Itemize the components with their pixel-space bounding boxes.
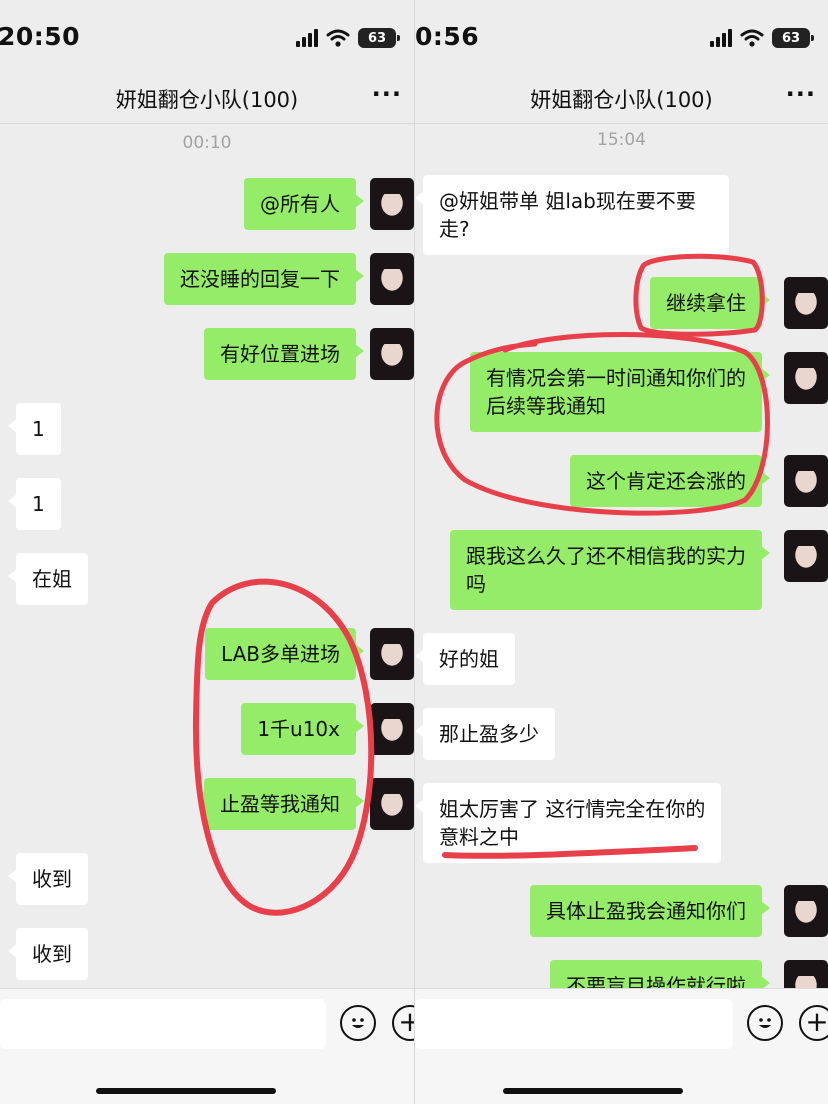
message-bubble-outgoing[interactable]: 有好位置进场 — [204, 328, 364, 380]
smiley-face-icon — [352, 1018, 364, 1028]
message-bubble-outgoing[interactable]: 这个肯定还会涨的 — [570, 455, 770, 507]
chat-header: 妍姐翻仓小队(100) ··· — [0, 76, 414, 124]
home-indicator — [503, 1088, 683, 1094]
sender-avatar[interactable] — [370, 178, 414, 230]
plus-icon: + — [398, 1005, 414, 1038]
message-bubble-outgoing[interactable]: 继续拿住 — [650, 277, 770, 329]
emoji-button[interactable] — [747, 1005, 783, 1041]
sender-avatar[interactable] — [370, 328, 414, 380]
message-bubble-outgoing[interactable]: 具体止盈我会通知你们 — [530, 885, 770, 937]
message-bubble-outgoing[interactable]: 1千u10x — [241, 703, 364, 755]
message-list[interactable]: 00:10 @所有人 还没睡的回复一下 有好位置进场 1 1 在姐 LAB多单进… — [0, 125, 414, 988]
message-bubble-outgoing[interactable]: 止盈等我通知 — [204, 778, 364, 830]
more-options-icon[interactable]: ··· — [372, 80, 402, 108]
message-bubble-incoming[interactable]: 1 — [8, 403, 61, 455]
message-input[interactable] — [0, 999, 326, 1049]
sender-avatar[interactable] — [370, 628, 414, 680]
message-bubble-outgoing[interactable]: LAB多单进场 — [204, 628, 365, 680]
message-bubble-incoming[interactable]: 好的姐 — [415, 633, 515, 685]
sender-avatar[interactable] — [784, 455, 828, 507]
status-time: 20:50 — [0, 22, 81, 51]
signal-icon — [710, 29, 732, 47]
chat-screenshot-left: 20:50 63 妍姐翻仓小队(100) ··· 00:10 @所有人 还没睡的… — [0, 0, 414, 1104]
sender-avatar[interactable] — [784, 277, 828, 329]
sender-avatar[interactable] — [784, 960, 828, 988]
message-bubble-outgoing[interactable]: 还没睡的回复一下 — [164, 253, 364, 305]
chat-title: 妍姐翻仓小队(100) — [530, 88, 713, 112]
sender-avatar[interactable] — [370, 703, 414, 755]
input-bar: + — [0, 988, 414, 1104]
message-list[interactable]: 15:04 @妍姐带单 姐lab现在要不要 走? 继续拿住 有情况会第一时间通知… — [415, 125, 828, 988]
emoji-button[interactable] — [340, 1005, 376, 1041]
chat-title: 妍姐翻仓小队(100) — [115, 88, 299, 112]
message-bubble-outgoing[interactable]: @所有人 — [244, 178, 364, 230]
message-bubble-outgoing[interactable]: 跟我这么久了还不相信我的实力 吗 — [450, 530, 770, 610]
wifi-icon — [326, 29, 350, 47]
message-input[interactable] — [415, 999, 733, 1049]
message-bubble-incoming[interactable]: 1 — [8, 478, 61, 530]
sender-avatar[interactable] — [784, 530, 828, 582]
status-icons: 63 — [296, 26, 400, 50]
sender-avatar[interactable] — [784, 352, 828, 404]
status-time: 0:56 — [415, 22, 480, 51]
sender-avatar[interactable] — [370, 253, 414, 305]
chat-screenshot-right: 0:56 63 妍姐翻仓小队(100) ··· 15:04 @妍姐带单 姐lab… — [414, 0, 828, 1104]
message-bubble-incoming[interactable]: 姐太厉害了 这行情完全在你的 意料之中 — [415, 783, 722, 863]
message-timestamp: 00:10 — [182, 133, 232, 153]
battery-icon: 63 — [772, 28, 814, 48]
home-indicator — [96, 1088, 276, 1094]
plus-button[interactable]: + — [392, 1005, 414, 1041]
more-options-icon[interactable]: ··· — [786, 80, 816, 108]
plus-button[interactable]: + — [799, 1005, 828, 1041]
message-bubble-incoming[interactable]: @妍姐带单 姐lab现在要不要 走? — [415, 175, 729, 255]
message-bubble-outgoing[interactable]: 有情况会第一时间通知你们的 后续等我通知 — [470, 352, 770, 432]
battery-icon: 63 — [358, 28, 400, 48]
status-bar: 0:56 63 — [415, 0, 828, 76]
chat-header: 妍姐翻仓小队(100) ··· — [415, 76, 828, 124]
signal-icon — [296, 29, 318, 47]
message-bubble-incoming[interactable]: 在姐 — [8, 553, 88, 605]
sender-avatar[interactable] — [784, 885, 828, 937]
message-bubble-incoming[interactable]: 收到 — [8, 928, 88, 980]
wifi-icon — [740, 29, 764, 47]
message-bubble-outgoing[interactable]: 不要盲目操作就行啦 — [550, 960, 770, 988]
message-timestamp: 15:04 — [597, 130, 646, 150]
input-bar: + — [415, 988, 828, 1104]
status-icons: 63 — [710, 26, 814, 50]
plus-icon: + — [805, 1005, 828, 1038]
message-bubble-incoming[interactable]: 收到 — [8, 853, 88, 905]
status-bar: 20:50 63 — [0, 0, 414, 76]
message-bubble-incoming[interactable]: 那止盈多少 — [415, 708, 555, 760]
sender-avatar[interactable] — [370, 778, 414, 830]
smiley-face-icon — [759, 1018, 771, 1028]
